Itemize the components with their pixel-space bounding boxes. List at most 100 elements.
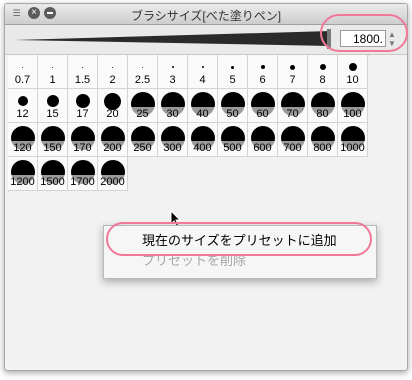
- preset-cell-30[interactable]: 30: [158, 89, 188, 123]
- preset-cell-12[interactable]: 12: [8, 89, 38, 123]
- preset-label: 4: [199, 74, 206, 86]
- preset-cell-170[interactable]: 170: [68, 123, 98, 157]
- preset-label: 600: [253, 142, 272, 154]
- preset-label: 17: [76, 108, 89, 120]
- preset-label: 5: [229, 74, 236, 86]
- preset-label: 6: [259, 74, 266, 86]
- preset-cell-40[interactable]: 40: [188, 89, 218, 123]
- size-slider-wedge: [15, 31, 331, 46]
- preset-label: 20: [106, 108, 119, 120]
- preset-label: 1500: [40, 176, 65, 188]
- preset-label: 2000: [100, 176, 125, 188]
- preset-label: 300: [163, 142, 182, 154]
- preset-dot: [52, 66, 53, 68]
- preset-cell-8[interactable]: 8: [308, 55, 338, 89]
- preset-dot: [260, 65, 265, 69]
- preset-cell-250[interactable]: 250: [128, 123, 158, 157]
- preset-cell-150[interactable]: 150: [38, 123, 68, 157]
- preset-label: 120: [13, 142, 32, 154]
- preset-dot: [142, 66, 143, 68]
- preset-label: 60: [256, 108, 269, 120]
- preset-label: 3: [169, 74, 176, 86]
- preset-label: 170: [73, 142, 92, 154]
- preset-cell-1200[interactable]: 1200: [8, 157, 38, 191]
- preset-dot: [290, 64, 295, 70]
- preset-label: 10: [346, 74, 359, 86]
- preset-cell-15[interactable]: 15: [38, 89, 68, 123]
- preset-dot: [348, 63, 357, 71]
- preset-cell-600[interactable]: 600: [248, 123, 278, 157]
- preset-dot: [201, 66, 204, 68]
- preset-label: 8: [319, 74, 326, 86]
- preset-cell-80[interactable]: 80: [308, 89, 338, 123]
- preset-dot: [319, 64, 326, 70]
- preset-cell-200[interactable]: 200: [98, 123, 128, 157]
- preset-cell-60[interactable]: 60: [248, 89, 278, 123]
- preset-cell-400[interactable]: 400: [188, 123, 218, 157]
- preset-cell-700[interactable]: 700: [278, 123, 308, 157]
- preset-label: 2: [109, 74, 116, 86]
- preset-cell-1000[interactable]: 1000: [338, 123, 368, 157]
- preset-dot: [75, 94, 90, 108]
- preset-label: 800: [313, 142, 332, 154]
- preset-label: 400: [193, 142, 212, 154]
- preset-label: 150: [43, 142, 62, 154]
- preset-label: 1700: [70, 176, 95, 188]
- preset-label: 7: [289, 74, 296, 86]
- preset-cell-300[interactable]: 300: [158, 123, 188, 157]
- preset-label: 1.5: [74, 74, 91, 86]
- preset-cell-1[interactable]: 1: [38, 55, 68, 89]
- preset-cell-800[interactable]: 800: [308, 123, 338, 157]
- preset-dot: [82, 66, 83, 68]
- preset-cell-20[interactable]: 20: [98, 89, 128, 123]
- preset-cell-1500[interactable]: 1500: [38, 157, 68, 191]
- preset-cell-2.5[interactable]: 2.5: [128, 55, 158, 89]
- preset-dot: [46, 95, 59, 107]
- highlight-ring-menu-item: [106, 222, 372, 256]
- preset-cell-17[interactable]: 17: [68, 89, 98, 123]
- preset-cell-5[interactable]: 5: [218, 55, 248, 89]
- preset-label: 100: [343, 108, 362, 120]
- preset-cell-500[interactable]: 500: [218, 123, 248, 157]
- preset-cell-70[interactable]: 70: [278, 89, 308, 123]
- preset-cell-4[interactable]: 4: [188, 55, 218, 89]
- preset-cell-120[interactable]: 120: [8, 123, 38, 157]
- preset-cell-1700[interactable]: 1700: [68, 157, 98, 191]
- preset-label: 0.7: [14, 74, 31, 86]
- preset-label: 200: [103, 142, 122, 154]
- preset-label: 50: [226, 108, 239, 120]
- preset-dot: [17, 96, 28, 106]
- size-slider[interactable]: [15, 29, 331, 49]
- preset-cell-0.7[interactable]: 0.7: [8, 55, 38, 89]
- preset-label: 15: [46, 108, 59, 120]
- preset-label: 80: [316, 108, 329, 120]
- preset-label: 25: [136, 108, 149, 120]
- preset-cell-1.5[interactable]: 1.5: [68, 55, 98, 89]
- preset-cell-3[interactable]: 3: [158, 55, 188, 89]
- preset-dot: [171, 66, 174, 68]
- preset-dot: [104, 92, 121, 110]
- preset-dot: [112, 66, 113, 68]
- preset-label: 1: [49, 74, 56, 86]
- preset-label: 250: [133, 142, 152, 154]
- preset-label: 12: [16, 108, 29, 120]
- preset-label: 1200: [10, 176, 35, 188]
- preset-label: 30: [166, 108, 179, 120]
- preset-cell-50[interactable]: 50: [218, 89, 248, 123]
- preset-cell-25[interactable]: 25: [128, 89, 158, 123]
- preset-cell-6[interactable]: 6: [248, 55, 278, 89]
- preset-label: 700: [283, 142, 302, 154]
- preset-grid: 0.7 1 1.5 2 2.5 3 4 5 6 7 8 10 12 15 17 20 25 30 40 50 60 70 8…: [8, 55, 374, 191]
- preset-dot: [231, 65, 234, 69]
- preset-label: 500: [223, 142, 242, 154]
- preset-cell-100[interactable]: 100: [338, 89, 368, 123]
- highlight-ring-size-field: [320, 14, 408, 52]
- preset-cell-7[interactable]: 7: [278, 55, 308, 89]
- preset-cell-2000[interactable]: 2000: [98, 157, 128, 191]
- preset-cell-2[interactable]: 2: [98, 55, 128, 89]
- preset-label: 70: [286, 108, 299, 120]
- preset-label: 40: [196, 108, 209, 120]
- preset-dot: [22, 66, 23, 68]
- preset-cell-10[interactable]: 10: [338, 55, 368, 89]
- preset-label: 1000: [340, 142, 365, 154]
